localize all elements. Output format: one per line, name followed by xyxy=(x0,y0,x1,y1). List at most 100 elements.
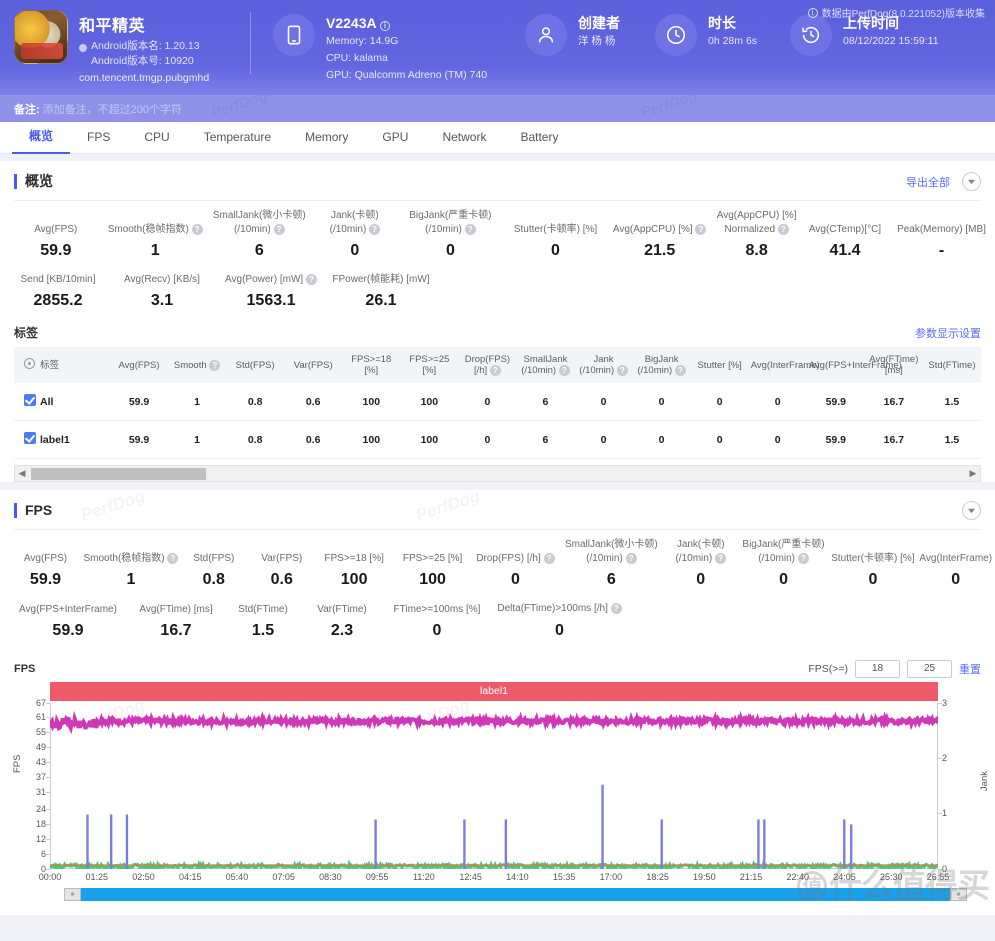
row-checkbox[interactable] xyxy=(24,394,36,407)
note-input-placeholder[interactable]: 添加备注，不超过200个字符 xyxy=(43,101,182,117)
eye-icon[interactable] xyxy=(24,358,35,370)
tab-gpu[interactable]: GPU xyxy=(365,122,425,153)
tab-temperature[interactable]: Temperature xyxy=(187,122,288,153)
help-icon[interactable]: ? xyxy=(167,553,179,565)
row-checkbox[interactable] xyxy=(24,432,36,445)
note-bar[interactable]: 备注: 添加备注，不超过200个字符 PerfDog PerfDog xyxy=(0,95,995,122)
chart-series-name: FPS xyxy=(14,662,36,675)
chart-canvas[interactable]: PerfDog PerfDog 676155494337312418126032… xyxy=(36,695,947,874)
export-all-button[interactable]: 导出全部 xyxy=(906,174,950,190)
x-axis-tick: 12:45 xyxy=(459,871,482,882)
y-axis-tickmark xyxy=(46,809,50,811)
metric-value: 8.8 xyxy=(745,242,768,260)
metric-value: 21.5 xyxy=(644,242,676,260)
tab-battery[interactable]: Battery xyxy=(503,122,575,153)
table-column-header: Avg(FPS) xyxy=(110,347,169,384)
duration-title: 时长 xyxy=(708,15,736,31)
scroll-right-arrow[interactable]: ▶ xyxy=(966,468,980,479)
metric-label: Avg(Power) [mW] ? xyxy=(216,274,326,286)
row-label-name: All xyxy=(38,383,110,422)
metric-label: Jank(卡顿) (/10min) ? xyxy=(675,539,726,565)
fps-threshold-input-2[interactable] xyxy=(907,659,952,678)
metric-cell: SmallJank(微小卡顿) (/10min) ? 6 xyxy=(559,539,664,589)
metric-cell: BigJank(严重卡顿) (/10min) ? 0 xyxy=(738,539,830,589)
collect-version-note: i 数据由PerfDog(8.0.221052)版本收集 xyxy=(807,5,985,20)
metric-label: Avg(AppCPU) [%] Normalized ? xyxy=(716,210,797,236)
help-icon[interactable]: ? xyxy=(625,553,637,565)
help-icon[interactable]: ? xyxy=(305,274,317,286)
labels-table-hscrollbar[interactable]: ◀ ▶ xyxy=(14,465,981,483)
table-cell: 0 xyxy=(632,420,691,460)
help-icon[interactable]: ? xyxy=(191,224,203,235)
tab-overview[interactable]: 概览 xyxy=(12,121,71,154)
help-icon[interactable]: ? xyxy=(489,365,501,377)
table-cell: 59.9 xyxy=(110,383,169,422)
metric-value: 6 xyxy=(254,242,264,260)
fps-metrics: Avg(FPS) 59.9 Smooth(稳帧指数) ? 1 Std(FPS) 0.8 Va… xyxy=(0,530,995,649)
overview-collapse-button[interactable] xyxy=(962,172,981,191)
help-icon[interactable]: ? xyxy=(610,603,622,615)
row-checkbox-cell[interactable] xyxy=(14,383,38,422)
android-version-code: Android版本号: 10920 xyxy=(91,55,209,68)
help-icon[interactable]: ? xyxy=(797,553,809,565)
table-row[interactable]: All 59.9 1 0.8 0.6 100 100 0 6 0 0 0 0 59.9 16.7 1.5 xyxy=(14,383,981,422)
help-icon[interactable]: ? xyxy=(464,224,476,235)
table-cell: 0 xyxy=(748,420,807,460)
overview-card: 概览 导出全部 Avg(FPS) 59.9 Smooth(稳帧指数) ? 1 Small… xyxy=(0,161,995,483)
metric-label: SmallJank(微小卡顿) (/10min) ? xyxy=(564,539,658,565)
hscrollbar-thumb[interactable] xyxy=(31,468,206,481)
help-icon[interactable]: ? xyxy=(209,359,221,371)
scroll-left-arrow[interactable]: ◀ xyxy=(15,468,29,479)
fps-threshold-input-1[interactable] xyxy=(855,659,900,678)
app-info-block: 和平精英 Android版本名: 1.20.13 Android版本号: 109… xyxy=(0,0,250,84)
table-row[interactable]: label1 59.9 1 0.8 0.6 100 100 0 6 0 0 0 0 59.9 16.7 1.5 xyxy=(14,420,981,460)
y-axis-tickmark xyxy=(46,717,50,719)
metric-label: Var(FTime) xyxy=(317,603,367,615)
fps-chart: FPS FPS(>=) 重置 label1 FPS Jank xyxy=(0,650,995,901)
chart-topbar: FPS FPS(>=) 重置 xyxy=(14,658,981,680)
reset-button[interactable]: 重置 xyxy=(959,661,981,677)
table-cell: 0 xyxy=(690,383,749,422)
fps-title: FPS xyxy=(14,503,52,519)
watermark: PerfDog xyxy=(209,95,270,122)
metric-label: BigJank(严重卡顿) (/10min) ? xyxy=(409,210,492,236)
labels-table-body: All 59.9 1 0.8 0.6 100 100 0 6 0 0 0 0 59.9 16.7 1.5 lab… xyxy=(14,383,981,460)
chart-scroll-handle-right[interactable]: ⏸ xyxy=(950,887,967,901)
history-icon xyxy=(790,14,832,56)
table-column-header: Avg(InterFrame) xyxy=(748,347,820,384)
help-icon[interactable]: ? xyxy=(695,224,707,235)
chart-label-band[interactable]: label1 xyxy=(50,681,938,701)
metric-value: 59.9 xyxy=(40,242,72,260)
table-column-header: Drop(FPS) [/h] ? xyxy=(458,347,517,384)
metric-cell: Stutter(卡顿率) [%] 0 xyxy=(503,224,608,260)
param-display-settings-button[interactable]: 参数显示设置 xyxy=(915,325,981,341)
device-info-icon[interactable]: i xyxy=(379,21,390,31)
app-package-name: com.tencent.tmgp.pubgmhd xyxy=(79,72,210,84)
help-icon[interactable]: ? xyxy=(369,224,381,235)
chart-time-scrollbar[interactable]: ⏸ ⏸ xyxy=(64,887,967,901)
help-icon[interactable]: ? xyxy=(273,224,285,235)
metric-cell: Avg(Power) [mW] ? 1563.1 xyxy=(216,274,326,310)
metric-label: Std(FPS) xyxy=(193,553,235,565)
tab-network[interactable]: Network xyxy=(425,122,503,153)
fps-collapse-button[interactable] xyxy=(962,501,981,521)
help-icon[interactable]: ? xyxy=(558,365,570,377)
labels-table-wrap: 标签 Avg(FPS) Smooth ? Std(FPS) Var(FPS) FPS>=1… xyxy=(0,347,995,460)
metric-value: 0 xyxy=(445,242,455,260)
metric-cell: Avg(InterFrame) 0 xyxy=(917,553,995,589)
device-gpu: GPU: Qualcomm Adreno (TM) 740 xyxy=(326,69,488,81)
row-checkbox-cell[interactable] xyxy=(14,420,38,460)
help-icon[interactable]: ? xyxy=(616,365,628,377)
x-axis-tick: 14:10 xyxy=(506,871,529,882)
chart-scroll-handle-left[interactable]: ⏸ xyxy=(64,887,81,901)
tab-fps[interactable]: FPS xyxy=(70,122,127,153)
tab-cpu[interactable]: CPU xyxy=(127,122,186,153)
help-icon[interactable]: ? xyxy=(674,365,686,377)
help-icon[interactable]: ? xyxy=(714,553,726,565)
metric-cell: BigJank(严重卡顿) (/10min) ? 0 xyxy=(398,210,503,260)
help-icon[interactable]: ? xyxy=(543,553,555,565)
help-icon[interactable]: ? xyxy=(777,224,789,235)
metric-cell: Std(FTime) 1.5 xyxy=(224,604,302,640)
table-cell: 0 xyxy=(632,383,691,422)
tab-memory[interactable]: Memory xyxy=(288,122,365,153)
